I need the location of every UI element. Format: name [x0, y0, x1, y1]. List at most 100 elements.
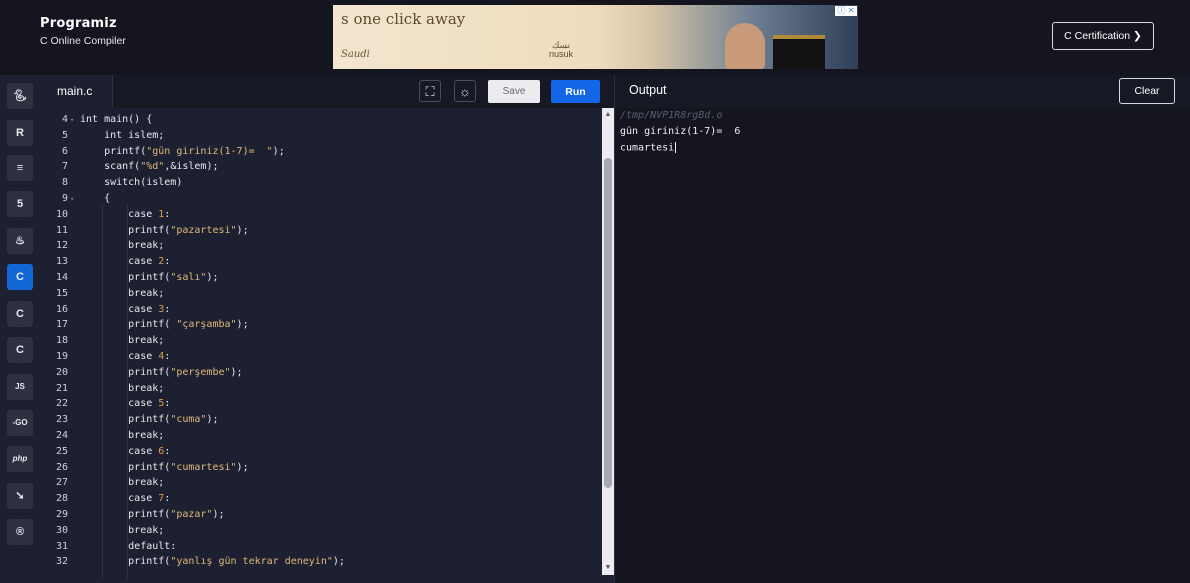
language-sidebar: 🐍︎ R ≡ 5 ♨ C C C JS -GO php ➘ ®: [0, 75, 40, 583]
ad-info-close-icon[interactable]: ⓘ ✕: [835, 6, 857, 16]
code-line[interactable]: 26 printf("cumartesi");: [40, 460, 602, 476]
go-icon[interactable]: -GO: [7, 410, 33, 436]
code-text: case 4:: [80, 351, 171, 362]
cpp-icon[interactable]: C: [7, 301, 33, 327]
code-text: printf("perşembe");: [80, 366, 243, 378]
code-line[interactable]: 8 switch(islem): [40, 175, 602, 191]
code-line[interactable]: 32 printf("yanlış gün tekrar deneyin");: [40, 554, 602, 570]
scroll-up-arrow-icon[interactable]: ▲: [602, 110, 614, 120]
code-line[interactable]: 21 break;: [40, 381, 602, 397]
save-button[interactable]: Save: [488, 80, 540, 103]
code-text: case 5:: [80, 398, 171, 410]
sql-icon[interactable]: ≡: [7, 155, 33, 181]
code-line[interactable]: 5 int islem;: [40, 128, 602, 144]
scrollbar-thumb[interactable]: [604, 158, 612, 488]
line-number: 13: [55, 256, 68, 268]
code-text: break;: [80, 240, 165, 252]
code-line[interactable]: 12 break;: [40, 238, 602, 254]
code-editor[interactable]: 4 ▾ int main() {5 int islem; 6 printf("gün …: [40, 108, 602, 578]
fold-arrow-icon[interactable]: ▾: [70, 112, 74, 128]
code-line[interactable]: 15 break;: [40, 286, 602, 302]
code-line[interactable]: 31 default:: [40, 539, 602, 555]
javascript-icon[interactable]: JS: [7, 374, 33, 400]
code-text: printf("yanlış gün tekrar deneyin");: [80, 556, 345, 568]
line-number: 5: [61, 129, 68, 141]
scroll-down-arrow-icon[interactable]: ▼: [602, 563, 614, 573]
code-line[interactable]: 22 case 5:: [40, 396, 602, 412]
tab-main-c[interactable]: main.c: [40, 75, 113, 108]
code-text: case 2:: [80, 256, 171, 268]
code-text: printf( "çarşamba");: [80, 319, 249, 331]
php-icon[interactable]: php: [7, 446, 33, 472]
line-number: 32: [55, 556, 68, 568]
editor-scrollbar[interactable]: ▲ ▼: [602, 108, 614, 575]
programiz-logo[interactable]: Programiz C Online Compiler: [40, 16, 126, 47]
output-result-text: cumartesi: [620, 142, 675, 154]
code-text: int islem;: [80, 129, 165, 141]
code-text: case 6:: [80, 445, 171, 457]
line-number: 12: [55, 240, 68, 252]
line-number: 14: [55, 272, 68, 283]
output-result-line: cumartesi: [620, 142, 677, 154]
ad-signature: Saudi: [341, 49, 370, 60]
output-console[interactable]: /tmp/NVP1R8rgBd.o gün giriniz(1-7)= 6 cu…: [614, 108, 1190, 583]
code-line[interactable]: 20 printf("perşembe");: [40, 365, 602, 381]
code-text: printf("cumartesi");: [80, 461, 249, 473]
code-line[interactable]: 9 ▾ {: [40, 191, 602, 207]
code-line[interactable]: 17 printf( "çarşamba");: [40, 317, 602, 333]
code-text: case 1:: [80, 208, 171, 220]
swift-icon[interactable]: ➘: [7, 483, 33, 509]
r-icon[interactable]: R: [7, 120, 33, 146]
advertisement-banner[interactable]: s one click away Saudi نسك nusuk ⓘ ✕: [333, 5, 858, 69]
tab-label: main.c: [57, 84, 93, 98]
code-line[interactable]: 13 case 2:: [40, 254, 602, 270]
line-number: 10: [55, 208, 68, 220]
c-icon[interactable]: C: [7, 264, 33, 290]
output-path: /tmp/NVP1R8rgBd.o: [620, 110, 723, 121]
code-text: break;: [80, 430, 165, 441]
clear-button[interactable]: Clear: [1119, 78, 1175, 104]
line-number: 25: [55, 445, 68, 457]
code-line[interactable]: 14 printf("salı");: [40, 270, 602, 286]
code-line[interactable]: 27 break;: [40, 475, 602, 491]
code-line[interactable]: 24 break;: [40, 428, 602, 444]
java-icon[interactable]: ♨: [7, 228, 33, 254]
code-line[interactable]: 18 break;: [40, 333, 602, 349]
line-number: 27: [55, 477, 68, 489]
code-text: int main() {: [80, 114, 153, 125]
code-line[interactable]: 23 printf("cuma");: [40, 412, 602, 428]
code-line[interactable]: 6 printf("gün giriniz(1-7)= ");: [40, 144, 602, 160]
code-line[interactable]: 4 ▾ int main() {: [40, 112, 602, 128]
line-number: 26: [55, 461, 68, 473]
ad-headline: s one click away: [341, 10, 466, 28]
code-text: break;: [80, 524, 165, 536]
compiler-subtitle: C Online Compiler: [40, 35, 126, 47]
output-toolbar: Output Clear: [614, 75, 1190, 108]
code-line[interactable]: 16 case 3:: [40, 302, 602, 318]
fullscreen-icon[interactable]: ⛶: [419, 80, 441, 102]
line-number: 23: [55, 414, 68, 426]
top-header: Programiz C Online Compiler s one click …: [0, 0, 1190, 75]
code-text: break;: [80, 335, 165, 347]
code-line[interactable]: 28 case 7:: [40, 491, 602, 507]
run-button[interactable]: Run: [551, 80, 600, 103]
code-line[interactable]: 10 case 1:: [40, 207, 602, 223]
code-text: break;: [80, 287, 165, 299]
code-line[interactable]: 7 scanf("%d",&islem);: [40, 159, 602, 175]
sun-icon[interactable]: ☼: [454, 80, 476, 102]
c-certification-button[interactable]: C Certification ❯: [1052, 22, 1154, 50]
code-line[interactable]: 11 printf("pazartesi");: [40, 223, 602, 239]
code-line[interactable]: 25 case 6:: [40, 444, 602, 460]
code-text: case 3:: [80, 303, 171, 315]
fold-arrow-icon[interactable]: ▾: [70, 191, 74, 207]
code-line[interactable]: 30 break;: [40, 523, 602, 539]
code-text: break;: [80, 382, 165, 394]
code-line[interactable]: 19 case 4:: [40, 349, 602, 365]
code-text: default:: [80, 540, 177, 552]
python-icon[interactable]: 🐍︎: [7, 83, 33, 109]
rust-icon[interactable]: ®: [7, 519, 33, 545]
html-icon[interactable]: 5: [7, 191, 33, 217]
code-line[interactable]: 29 printf("pazar");: [40, 507, 602, 523]
csharp-icon[interactable]: C: [7, 337, 33, 363]
code-text: {: [80, 193, 111, 204]
